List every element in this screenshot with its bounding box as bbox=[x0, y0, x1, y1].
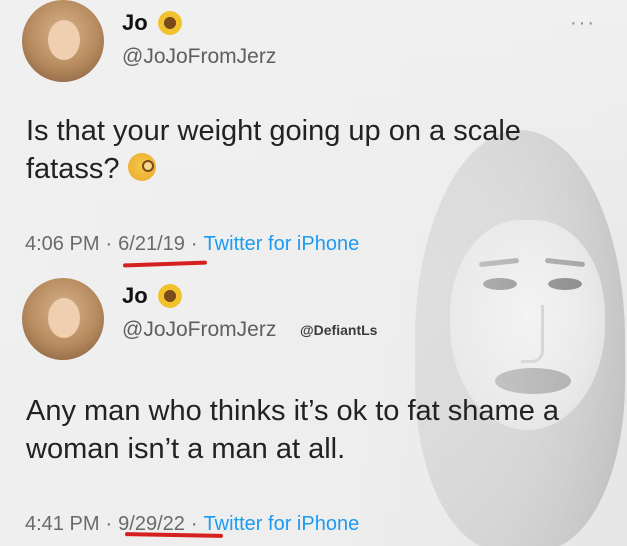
meta-separator: · bbox=[190, 513, 198, 535]
monocle-face-emoji-icon bbox=[127, 153, 156, 182]
tweet-card-1: Jo @JoJoFromJerz ··· Is that your weight… bbox=[0, 0, 627, 270]
red-underline-annotation bbox=[124, 532, 224, 538]
tweet-card-2: Jo @JoJoFromJerz @DefiantLs Any man who … bbox=[0, 270, 627, 546]
tweet-meta: 4:06 PM · 6/21/19 · Twitter for iPhone bbox=[25, 233, 359, 256]
tweet-text: Is that your weight going up on a scale … bbox=[26, 112, 601, 188]
tweet-text-content: Is that your weight going up on a scale … bbox=[26, 115, 521, 185]
screenshot-canvas: Jo @JoJoFromJerz ··· Is that your weight… bbox=[0, 0, 627, 546]
avatar-face bbox=[48, 20, 80, 60]
author-handle[interactable]: @JoJoFromJerz bbox=[122, 318, 276, 342]
meta-separator: · bbox=[105, 513, 113, 535]
watermark-label: @DefiantLs bbox=[300, 322, 378, 338]
tweet-source-link[interactable]: Twitter for iPhone bbox=[204, 513, 360, 535]
meta-separator: · bbox=[105, 233, 113, 255]
author-avatar[interactable] bbox=[22, 278, 104, 360]
tweet-time[interactable]: 4:41 PM bbox=[25, 513, 99, 535]
author-display-name[interactable]: Jo bbox=[122, 283, 148, 309]
tweet-date[interactable]: 6/21/19 bbox=[118, 233, 185, 255]
author-handle[interactable]: @JoJoFromJerz bbox=[122, 45, 276, 69]
tweet-time[interactable]: 4:06 PM bbox=[25, 233, 99, 255]
author-name-row: Jo bbox=[122, 283, 182, 309]
sunflower-icon bbox=[157, 284, 182, 308]
red-underline-annotation bbox=[122, 260, 208, 268]
tweet-source-link[interactable]: Twitter for iPhone bbox=[204, 233, 360, 255]
meta-separator: · bbox=[190, 233, 198, 255]
more-options-icon[interactable]: ··· bbox=[570, 12, 596, 35]
author-display-name[interactable]: Jo bbox=[122, 10, 148, 36]
tweet-text: Any man who thinks it’s ok to fat shame … bbox=[26, 392, 601, 468]
author-name-row: Jo bbox=[122, 10, 182, 36]
avatar-face bbox=[48, 298, 80, 338]
author-avatar[interactable] bbox=[22, 0, 104, 82]
sunflower-icon bbox=[157, 11, 182, 35]
tweet-text-content: Any man who thinks it’s ok to fat shame … bbox=[26, 395, 560, 465]
